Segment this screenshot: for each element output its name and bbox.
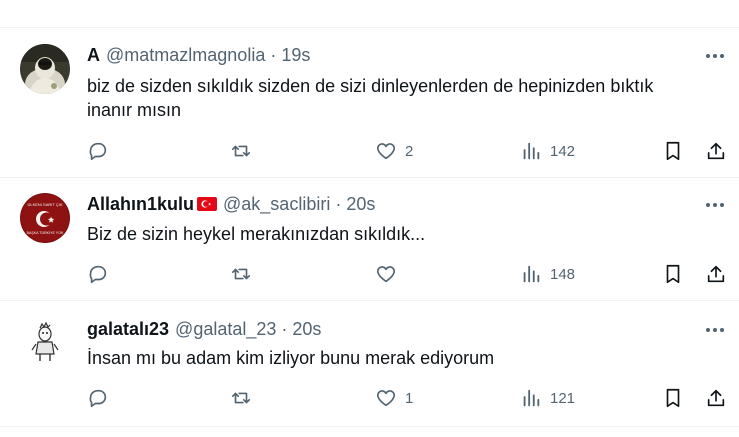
crescent-emblem-icon: ÜLKENİ SARIT ÇIK BAŞKA TÜRKİYE YOK [20, 193, 70, 243]
user-handle[interactable]: @galatal_23 [175, 318, 276, 340]
like-count: 2 [405, 142, 414, 160]
user-handle[interactable]: @matmazlmagnolia [106, 44, 265, 66]
tweet-text: biz de sizden sıkıldık sizden de sizi di… [87, 74, 707, 122]
tweet-text: Biz de sizin heykel merakınızdan sıkıldı… [87, 222, 707, 246]
tweet-text-line: İnsan mı bu adam kim izliyor bunu merak … [87, 348, 495, 368]
separator [0, 177, 739, 178]
views-icon [523, 389, 540, 407]
display-name[interactable]: A [87, 44, 100, 66]
avatar-text-top: ÜLKENİ SARIT ÇIK [27, 202, 62, 207]
bookmark-icon [666, 388, 680, 408]
timestamp[interactable]: 20s [346, 193, 375, 215]
avatar-text-bottom: BAŞKA TÜRKİYE YOK [27, 230, 64, 235]
cartoon-figure-icon [20, 318, 70, 368]
separator-dot: · [270, 45, 277, 65]
tweet[interactable]: galatalı23 @galatal_23 · 20s İnsan mı bu… [0, 318, 739, 418]
like-button[interactable] [375, 262, 405, 286]
separator [0, 300, 739, 301]
views-button[interactable]: 142 [520, 139, 575, 163]
share-button[interactable] [705, 386, 727, 410]
user-handle[interactable]: @ak_saclibiri [223, 193, 330, 215]
views-button[interactable]: 121 [520, 386, 575, 410]
reply-icon [89, 389, 107, 408]
share-button[interactable] [705, 262, 727, 286]
profile-photo-icon [20, 44, 70, 94]
tweet-header: galatalı23 @galatal_23 · 20s [87, 318, 321, 340]
avatar[interactable] [20, 44, 70, 94]
views-icon [523, 142, 540, 160]
retweet-icon [231, 392, 251, 404]
more-icon[interactable] [704, 320, 726, 340]
like-count: 1 [405, 389, 414, 407]
tweet[interactable]: A @matmazlmagnolia · 19s biz de sizden s… [0, 44, 739, 174]
tweet-text-line: Biz de sizin heykel merakınızdan sıkıldı… [87, 224, 426, 244]
view-count: 142 [550, 142, 576, 160]
display-name[interactable]: Allahın1kulu [87, 193, 194, 215]
tweet-text: İnsan mı bu adam kim izliyor bunu merak … [87, 346, 707, 370]
reply-button[interactable] [87, 386, 117, 410]
avatar[interactable]: ÜLKENİ SARIT ÇIK BAŞKA TÜRKİYE YOK [20, 193, 70, 243]
tweet[interactable]: ÜLKENİ SARIT ÇIK BAŞKA TÜRKİYE YOK Allah… [0, 193, 739, 293]
tweet-text-line: inanır mısın [87, 100, 182, 120]
retweet-icon [231, 145, 251, 157]
share-icon [707, 142, 725, 160]
tweet-header: Allahın1kulu @ak_saclibiri · 20s [87, 193, 375, 215]
bookmark-icon [666, 141, 680, 161]
reply-button[interactable] [87, 139, 117, 163]
share-button[interactable] [705, 139, 727, 163]
retweet-button[interactable] [230, 262, 260, 286]
bookmark-button[interactable] [662, 386, 684, 410]
like-button[interactable]: 1 [375, 386, 413, 410]
share-icon [707, 265, 725, 283]
action-bar: 1 121 [0, 386, 739, 410]
like-icon [376, 143, 396, 160]
separator [0, 27, 739, 28]
separator [0, 426, 739, 427]
view-count: 148 [550, 265, 576, 283]
more-icon[interactable] [704, 195, 726, 215]
views-button[interactable]: 148 [520, 262, 575, 286]
timestamp[interactable]: 20s [292, 318, 321, 340]
retweet-button[interactable] [230, 386, 260, 410]
views-icon [523, 265, 540, 283]
separator-dot: · [281, 319, 288, 339]
share-icon [707, 389, 725, 407]
view-count: 121 [550, 389, 576, 407]
bookmark-icon [666, 264, 680, 284]
bookmark-button[interactable] [662, 262, 684, 286]
retweet-icon [231, 268, 251, 280]
reply-button[interactable] [87, 262, 117, 286]
like-button[interactable]: 2 [375, 139, 413, 163]
like-icon [376, 266, 396, 283]
tweet-header: A @matmazlmagnolia · 19s [87, 44, 310, 66]
reply-icon [89, 142, 107, 161]
action-bar: 148 [0, 262, 739, 286]
display-name[interactable]: galatalı23 [87, 318, 169, 340]
avatar[interactable] [20, 318, 70, 368]
reply-icon [89, 265, 107, 284]
separator-dot: · [335, 194, 342, 214]
bookmark-button[interactable] [662, 139, 684, 163]
tweet-text-line: biz de sizden sıkıldık sizden de sizi di… [87, 76, 654, 96]
turkish-flag-icon [197, 197, 218, 211]
timestamp[interactable]: 19s [281, 44, 310, 66]
more-icon[interactable] [704, 46, 726, 66]
action-bar: 2 142 [0, 139, 739, 163]
retweet-button[interactable] [230, 139, 260, 163]
like-icon [376, 390, 396, 407]
